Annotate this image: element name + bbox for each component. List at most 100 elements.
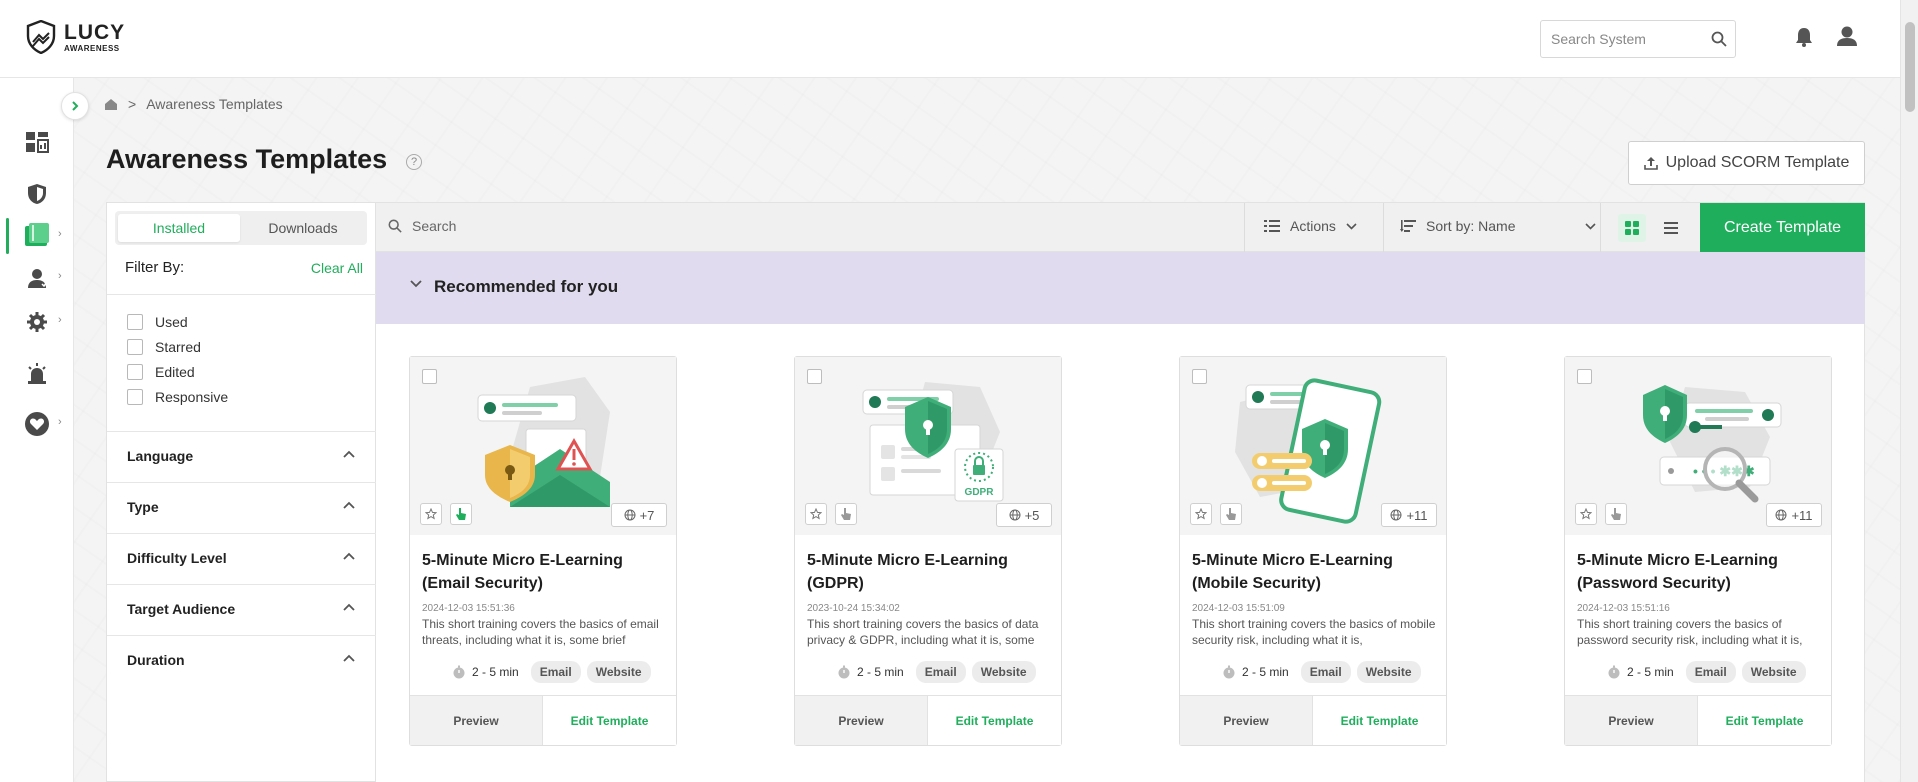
tag-website: Website [1356,661,1421,683]
card-meta: 2 - 5 min Email Website [1607,661,1806,683]
card-select-checkbox[interactable] [807,369,822,384]
language-count-badge[interactable]: +7 [611,503,667,527]
breadcrumb-separator: > [128,96,137,112]
list-view-button[interactable] [1657,214,1685,242]
template-card[interactable]: • • • ✱✱✱ +11 5-Minute Micro E-Learning … [1564,356,1832,746]
notification-bell-icon[interactable] [1795,27,1813,47]
upload-scorm-button[interactable]: Upload SCORM Template [1628,141,1865,185]
card-date: 2024-12-03 15:51:36 [422,603,515,614]
checkbox[interactable] [127,314,143,330]
card-date: 2024-12-03 15:51:09 [1192,603,1285,614]
filter-edited[interactable]: Edited [127,364,195,380]
system-search [1540,20,1736,58]
edit-template-button[interactable]: Edit Template [1698,696,1831,745]
page-scrollbar[interactable] [1900,0,1918,782]
search-icon[interactable] [1711,31,1727,47]
sort-label: Sort by: Name [1426,218,1516,234]
user-account-icon[interactable] [1836,25,1858,47]
language-count: +7 [639,507,655,523]
system-search-input[interactable] [1541,21,1701,57]
favorite-star-button[interactable] [1575,503,1597,525]
stopwatch-icon [453,665,465,679]
filter-section-title: Target Audience [127,601,236,617]
clear-all-link[interactable]: Clear All [311,260,363,276]
favorite-star-button[interactable] [420,503,442,525]
preview-button[interactable]: Preview [795,696,928,745]
card-title[interactable]: 5-Minute Micro E-Learning (Mobile Securi… [1192,549,1438,595]
card-actions: Preview Edit Template [1565,695,1831,745]
card-select-checkbox[interactable] [1577,369,1592,384]
responsive-badge [1605,503,1627,525]
filter-starred-label: Starred [155,339,201,355]
edit-template-button[interactable]: Edit Template [928,696,1061,745]
home-icon[interactable] [104,98,118,111]
filter-section-language[interactable]: Language [107,431,377,482]
sidebar-item-awareness[interactable]: › [0,214,74,258]
sidebar-item-settings[interactable]: › [0,300,74,344]
card-title[interactable]: 5-Minute Micro E-Learning (GDPR) [807,549,1053,595]
checkbox[interactable] [127,339,143,355]
tag-website: Website [971,661,1036,683]
template-card[interactable]: +11 5-Minute Micro E-Learning (Mobile Se… [1179,356,1447,746]
submenu-chevron-icon: › [58,270,62,282]
sidebar-item-dashboard[interactable] [0,120,74,164]
filter-section-type[interactable]: Type [107,482,377,533]
touch-icon [456,508,466,520]
filter-used[interactable]: Used [127,314,188,330]
actions-dropdown[interactable]: Actions [1264,218,1357,234]
card-select-checkbox[interactable] [1192,369,1207,384]
preview-button[interactable]: Preview [1180,696,1313,745]
sidebar-item-security[interactable] [0,172,74,216]
recommended-section-header[interactable]: Recommended for you [376,252,1865,324]
scrollbar-thumb[interactable] [1905,22,1915,112]
card-description: This short training covers the basics of… [1192,617,1436,647]
checkbox[interactable] [127,389,143,405]
language-count-badge[interactable]: +11 [1766,503,1822,527]
card-title[interactable]: 5-Minute Micro E-Learning (Email Securit… [422,549,668,595]
sidebar-item-alerts[interactable] [0,352,74,396]
filter-section-audience[interactable]: Target Audience [107,584,377,635]
favorite-star-button[interactable] [1190,503,1212,525]
chevron-up-icon [343,654,355,662]
card-title[interactable]: 5-Minute Micro E-Learning (Password Secu… [1577,549,1823,595]
create-template-button[interactable]: Create Template [1700,203,1865,253]
card-select-checkbox[interactable] [422,369,437,384]
awareness-templates-icon [25,223,49,246]
template-card[interactable]: +7 5-Minute Micro E-Learning (Email Secu… [409,356,677,746]
tab-installed[interactable]: Installed [118,214,240,242]
stopwatch-icon [1608,665,1620,679]
favorite-star-button[interactable] [805,503,827,525]
sidebar-item-support[interactable]: › [0,402,74,446]
star-icon [1195,508,1207,520]
preview-button[interactable]: Preview [410,696,543,745]
sidebar-toggle-button[interactable] [61,92,89,120]
checkbox[interactable] [127,364,143,380]
edit-template-button[interactable]: Edit Template [543,696,676,745]
edit-template-button[interactable]: Edit Template [1313,696,1446,745]
brand-logo[interactable]: LUCY AWARENESS [26,20,125,54]
card-meta: 2 - 5 min Email Website [837,661,1036,683]
sidebar-item-users[interactable]: › [0,256,74,300]
submenu-chevron-icon: › [58,228,62,240]
filter-responsive[interactable]: Responsive [127,389,228,405]
template-card[interactable]: GDPR +5 5-Minute Micro E-Learning (GDPR)… [794,356,1062,746]
template-search[interactable]: Search [388,218,456,234]
tag-website: Website [586,661,651,683]
help-icon[interactable]: ? [406,154,422,170]
language-count-badge[interactable]: +11 [1381,503,1437,527]
filter-starred[interactable]: Starred [127,339,201,355]
star-icon [810,508,822,520]
language-count-badge[interactable]: +5 [996,503,1052,527]
sort-dropdown[interactable]: Sort by: Name [1400,218,1597,234]
chevron-down-icon [410,280,422,288]
source-toggle: Installed Downloads [115,211,367,245]
preview-button[interactable]: Preview [1565,696,1698,745]
tab-downloads[interactable]: Downloads [242,214,364,242]
filter-section-duration[interactable]: Duration [107,635,377,686]
card-description: This short training covers the basics of… [807,617,1039,647]
filter-panel: Installed Downloads Filter By: Clear All… [106,202,377,782]
filter-section-difficulty[interactable]: Difficulty Level [107,533,377,584]
brand-name: LUCY [64,20,126,44]
grid-view-button[interactable] [1618,214,1646,242]
filter-section-title: Difficulty Level [127,550,227,566]
